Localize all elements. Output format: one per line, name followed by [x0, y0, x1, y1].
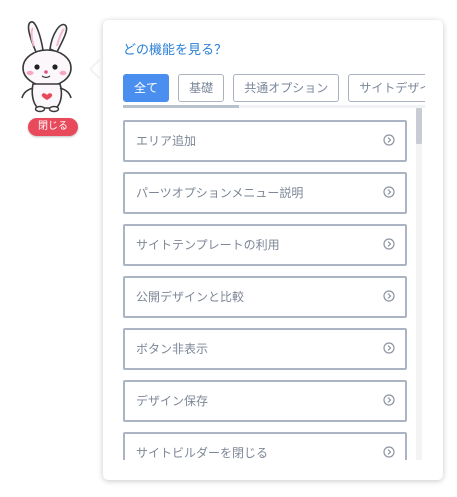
list-item-label: 公開デザインと比較 [136, 290, 245, 304]
tab-common-options[interactable]: 共通オプション [233, 74, 340, 102]
list-item-label: パーツオプションメニュー説明 [136, 186, 304, 200]
chevron-right-circle-icon [383, 394, 395, 406]
list-scrollbar[interactable] [416, 108, 422, 460]
list-scrollbar-thumb[interactable] [416, 108, 422, 144]
list-item[interactable]: エリア追加 [123, 120, 407, 162]
list-item[interactable]: サイトテンプレートの利用 [123, 224, 407, 266]
list-item-label: サイトビルダーを閉じる [136, 446, 269, 460]
chevron-right-circle-icon [383, 134, 395, 146]
feature-list: エリア追加 パーツオプションメニュー説明 サイトテンプレートの利用 公開デザイン… [123, 120, 409, 460]
list-item-label: サイトテンプレートの利用 [136, 238, 280, 252]
list-item[interactable]: ボタン非表示 [123, 328, 407, 370]
list-item-label: ボタン非表示 [136, 342, 209, 356]
list-item[interactable]: デザイン保存 [123, 380, 407, 422]
chevron-right-circle-icon [383, 238, 395, 250]
chevron-right-circle-icon [383, 342, 395, 354]
category-tabs: 全て 基礎 共通オプション サイトデザイン [123, 74, 425, 102]
rabbit-mascot-icon [21, 21, 72, 113]
tab-all[interactable]: 全て [123, 74, 170, 102]
chevron-right-circle-icon [383, 186, 395, 198]
tab-basics[interactable]: 基礎 [178, 74, 225, 102]
list-item-label: デザイン保存 [136, 394, 209, 408]
tabs-scrollbar[interactable] [123, 105, 425, 108]
tab-site-design[interactable]: サイトデザイン [348, 74, 425, 102]
tabs-scrollbar-thumb[interactable] [123, 105, 239, 108]
chevron-right-circle-icon [383, 446, 395, 458]
chevron-right-circle-icon [383, 290, 395, 302]
panel-title: どの機能を見る？ [123, 43, 228, 58]
close-button[interactable]: 閉じる [28, 118, 78, 136]
list-item[interactable]: 公開デザインと比較 [123, 276, 407, 318]
list-item[interactable]: パーツオプションメニュー説明 [123, 172, 407, 214]
feature-panel: どの機能を見る？ 全て 基礎 共通オプション サイトデザイン エリア追加 パーツ… [103, 20, 443, 480]
list-item-label: エリア追加 [136, 134, 197, 148]
mascot [16, 16, 82, 116]
list-item[interactable]: サイトビルダーを閉じる [123, 432, 407, 460]
